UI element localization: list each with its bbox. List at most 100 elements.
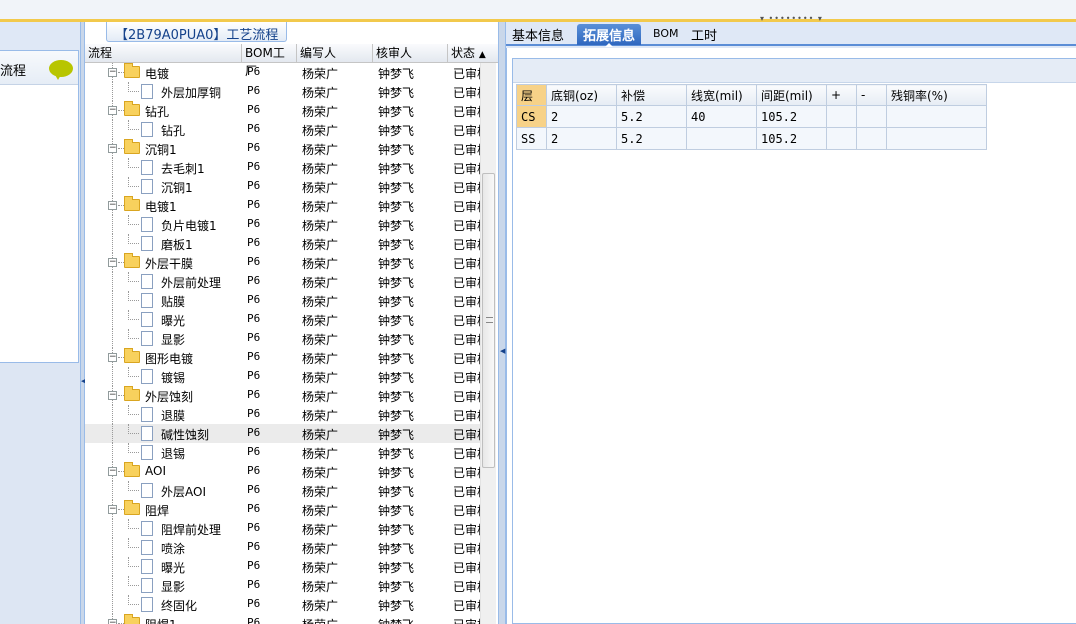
- tree-node: 显影: [85, 576, 242, 595]
- tree-step-row[interactable]: 退锡 P6 杨荣广 钟梦飞 已审核: [85, 443, 480, 462]
- tree-step-row[interactable]: 贴膜 P6 杨荣广 钟梦飞 已审核: [85, 291, 480, 310]
- header-residual-copper[interactable]: 残铜率(%): [886, 84, 987, 106]
- tree-node: 镀锡: [85, 367, 242, 386]
- header-compensation[interactable]: 补偿: [616, 84, 687, 106]
- cell-plus[interactable]: [826, 127, 857, 150]
- collapse-toggle-icon[interactable]: −: [108, 505, 117, 514]
- tree-step-row[interactable]: 外层AOI P6 杨荣广 钟梦飞 已审核: [85, 481, 480, 500]
- collapse-toggle-icon[interactable]: −: [108, 353, 117, 362]
- tree-step-row[interactable]: 沉铜1 P6 杨荣广 钟梦飞 已审核: [85, 177, 480, 196]
- collapse-right-icon[interactable]: ◀: [500, 347, 505, 355]
- tab-basic-info[interactable]: 基本信息: [506, 24, 570, 45]
- tree-folder-row[interactable]: − 外层蚀刻 P6 杨荣广 钟梦飞 已审核: [85, 386, 480, 405]
- tree-step-row[interactable]: 碱性蚀刻 P6 杨荣广 钟梦飞 已审核: [85, 424, 480, 443]
- header-plus[interactable]: +: [826, 84, 857, 106]
- tree-folder-row[interactable]: − 电镀1 P6 杨荣广 钟梦飞 已审核: [85, 196, 480, 215]
- tree-folder-row[interactable]: − 外层干膜 P6 杨荣广 钟梦飞 已审核: [85, 253, 480, 272]
- tree-step-row[interactable]: 喷涂 P6 杨荣广 钟梦飞 已审核: [85, 538, 480, 557]
- tree-node-label: 碱性蚀刻: [161, 428, 210, 442]
- tab-work-hours[interactable]: 工时: [685, 24, 723, 45]
- tree-folder-row[interactable]: − AOI P6 杨荣广 钟梦飞 已审核: [85, 462, 480, 481]
- cell-base-copper[interactable]: 2: [546, 105, 617, 128]
- tree-folder-row[interactable]: − 电镀 P6 杨荣广 钟梦飞 已审核: [85, 63, 480, 82]
- tree-step-row[interactable]: 曝光 P6 杨荣广 钟梦飞 已审核: [85, 557, 480, 576]
- cell-line-width[interactable]: 40: [686, 105, 757, 128]
- tree-step-row[interactable]: 镀锡 P6 杨荣广 钟梦飞 已审核: [85, 367, 480, 386]
- cell-minus[interactable]: [856, 127, 887, 150]
- tree-folder-row[interactable]: − 阻焊1 P6 杨荣广 钟梦飞 已审核: [85, 614, 480, 624]
- tree-step-row[interactable]: 退膜 P6 杨荣广 钟梦飞 已审核: [85, 405, 480, 424]
- tree-scrollbar-thumb[interactable]: [482, 173, 495, 468]
- bom-factory-cell: P6: [247, 293, 261, 306]
- collapse-toggle-icon[interactable]: −: [108, 144, 117, 153]
- detail-tabbar: 基本信息 拓展信息 BOM 工时: [506, 22, 1076, 47]
- tree-step-row[interactable]: 去毛刺1 P6 杨荣广 钟梦飞 已审核: [85, 158, 480, 177]
- tree-step-row[interactable]: 阻焊前处理 P6 杨荣广 钟梦飞 已审核: [85, 519, 480, 538]
- status-cell: 已审核: [453, 523, 480, 537]
- collapse-toggle-icon[interactable]: −: [108, 258, 117, 267]
- tree-step-row[interactable]: 终固化 P6 杨荣广 钟梦飞 已审核: [85, 595, 480, 614]
- tree-branch-line: [128, 91, 139, 92]
- bom-factory-cell: P6: [247, 331, 261, 344]
- cell-minus[interactable]: [856, 105, 887, 128]
- cell-base-copper[interactable]: 2: [546, 127, 617, 150]
- column-header-process[interactable]: 流程: [85, 44, 242, 63]
- tree-guide-line: [112, 595, 113, 614]
- cell-compensation[interactable]: 5.2: [616, 105, 687, 128]
- cell-compensation[interactable]: 5.2: [616, 127, 687, 150]
- tree-step-row[interactable]: 显影 P6 杨荣广 钟梦飞 已审核: [85, 576, 480, 595]
- collapse-toggle-icon[interactable]: −: [108, 467, 117, 476]
- reviewer-cell: 钟梦飞: [378, 523, 415, 537]
- reviewer-cell: 钟梦飞: [378, 314, 415, 328]
- column-header-bom-factory[interactable]: BOM工厂: [242, 44, 297, 78]
- tree-node: − 外层干膜: [85, 253, 242, 272]
- document-icon: [141, 407, 153, 422]
- collapse-toggle-icon[interactable]: −: [108, 201, 117, 210]
- cell-spacing[interactable]: 105.2: [756, 127, 827, 150]
- tree-step-row[interactable]: 显影 P6 杨荣广 钟梦飞 已审核: [85, 329, 480, 348]
- collapse-toggle-icon[interactable]: −: [108, 619, 117, 624]
- layer-table-row[interactable]: CS 2 5.2 40 105.2: [516, 105, 987, 128]
- tree-folder-row[interactable]: − 阻焊 P6 杨荣广 钟梦飞 已审核: [85, 500, 480, 519]
- tree-folder-row[interactable]: − 钻孔 P6 杨荣广 钟梦飞 已审核: [85, 101, 480, 120]
- header-minus[interactable]: -: [856, 84, 887, 106]
- cell-plus[interactable]: [826, 105, 857, 128]
- tab-extended-info[interactable]: 拓展信息: [577, 24, 642, 47]
- header-layer[interactable]: 层: [516, 84, 547, 106]
- cell-residual-copper[interactable]: [886, 105, 987, 128]
- header-line-width[interactable]: 线宽(mil): [686, 84, 757, 106]
- nav-item-process[interactable]: 流程: [0, 51, 78, 85]
- tree-step-row[interactable]: 负片电镀1 P6 杨荣广 钟梦飞 已审核: [85, 215, 480, 234]
- column-header-writer[interactable]: 编写人: [297, 44, 373, 63]
- collapse-toggle-icon[interactable]: −: [108, 68, 117, 77]
- writer-cell: 杨荣广: [302, 86, 339, 100]
- column-header-reviewer[interactable]: 核审人: [373, 44, 448, 63]
- status-cell: 已审核: [453, 447, 480, 461]
- cell-layer[interactable]: CS: [516, 105, 547, 128]
- cell-layer[interactable]: SS: [516, 127, 547, 150]
- cell-spacing[interactable]: 105.2: [756, 105, 827, 128]
- tree-step-row[interactable]: 钻孔 P6 杨荣广 钟梦飞 已审核: [85, 120, 480, 139]
- tree-node-label: 电镀: [145, 67, 170, 81]
- tab-bom[interactable]: BOM: [647, 24, 685, 45]
- column-header-status[interactable]: 状态 ▲: [448, 44, 498, 63]
- right-splitter[interactable]: ◀: [498, 22, 506, 624]
- layer-table-row[interactable]: SS 2 5.2 105.2: [516, 127, 987, 150]
- tree-node: 曝光: [85, 310, 242, 329]
- tree-branch-line: [128, 376, 139, 377]
- chat-bubble-icon[interactable]: [49, 60, 73, 80]
- tree-step-row[interactable]: 外层前处理 P6 杨荣广 钟梦飞 已审核: [85, 272, 480, 291]
- tree-step-row[interactable]: 外层加厚铜 P6 杨荣广 钟梦飞 已审核: [85, 82, 480, 101]
- tree-folder-row[interactable]: − 图形电镀 P6 杨荣广 钟梦飞 已审核: [85, 348, 480, 367]
- header-base-copper[interactable]: 底铜(oz): [546, 84, 617, 106]
- tree-node-label: 图形电镀: [145, 352, 194, 366]
- tree-scrollbar[interactable]: [480, 63, 496, 624]
- header-spacing[interactable]: 间距(mil): [756, 84, 827, 106]
- tree-folder-row[interactable]: − 沉铜1 P6 杨荣广 钟梦飞 已审核: [85, 139, 480, 158]
- tree-step-row[interactable]: 磨板1 P6 杨荣广 钟梦飞 已审核: [85, 234, 480, 253]
- collapse-toggle-icon[interactable]: −: [108, 106, 117, 115]
- cell-residual-copper[interactable]: [886, 127, 987, 150]
- cell-line-width[interactable]: [686, 127, 757, 150]
- collapse-toggle-icon[interactable]: −: [108, 391, 117, 400]
- tree-step-row[interactable]: 曝光 P6 杨荣广 钟梦飞 已审核: [85, 310, 480, 329]
